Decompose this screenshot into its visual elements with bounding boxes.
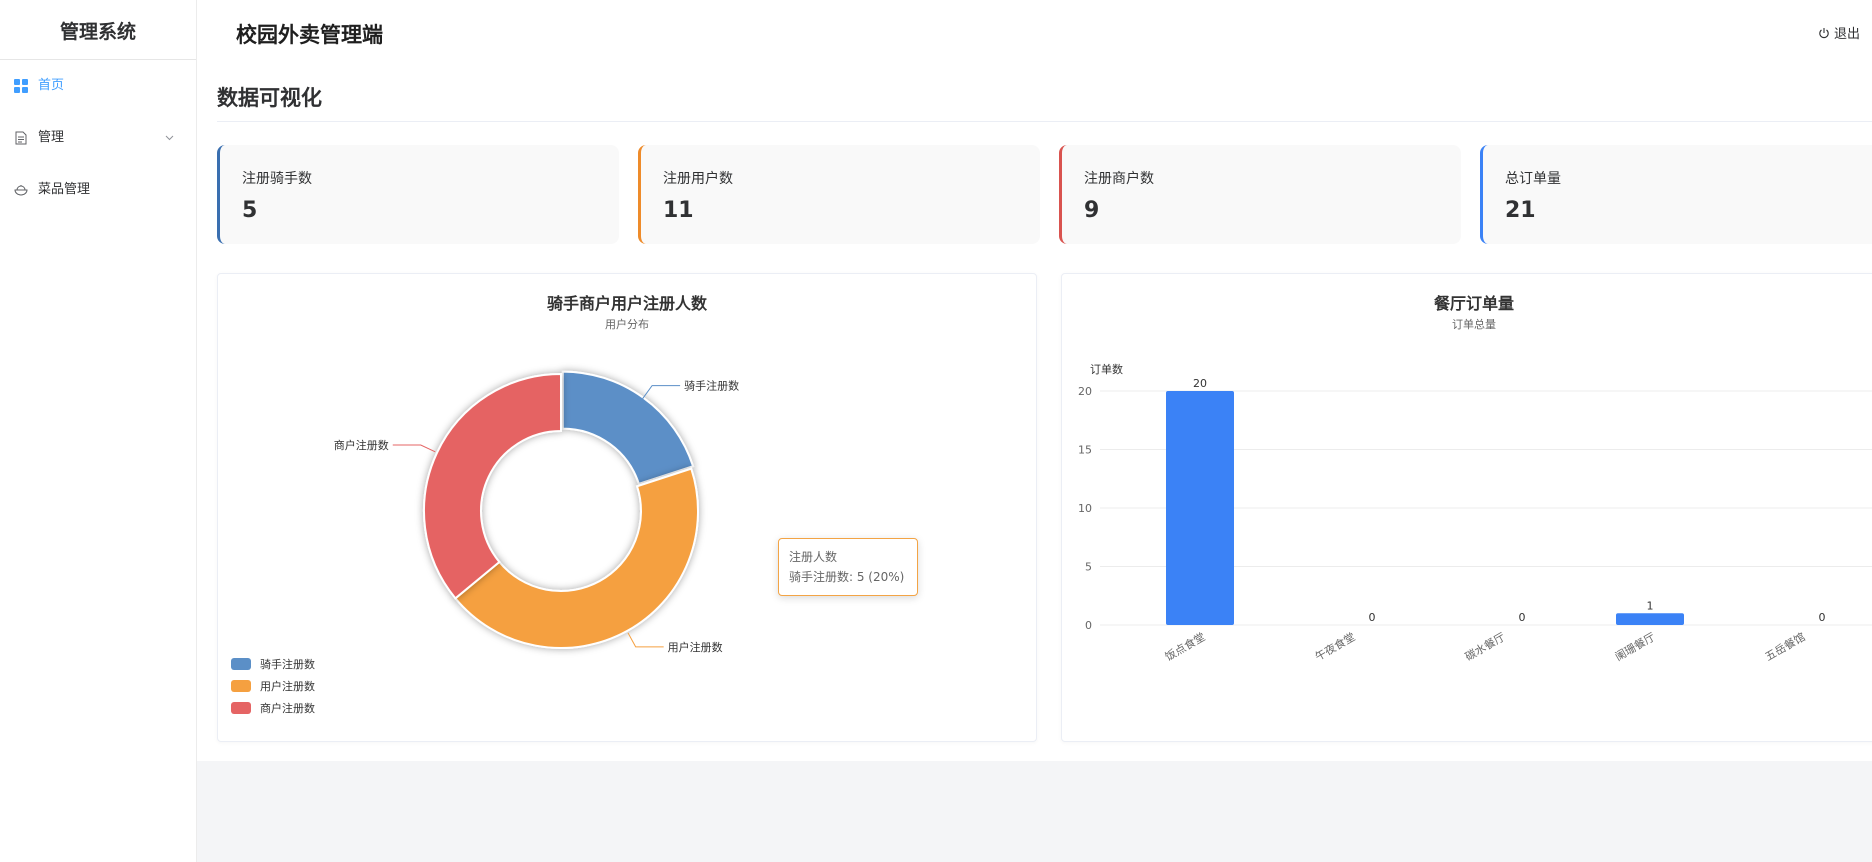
tooltip-text: 骑手注册数: 5 (20%) xyxy=(789,570,905,584)
pie-slice-label: 商户注册数 xyxy=(334,438,389,452)
logout-label: 退出 xyxy=(1833,27,1860,42)
pie-chart-card: 骑手商户用户注册人数 用户分布 骑手注册数 用户注册数 商户注册数 骑手注册数 用户注册… xyxy=(217,273,1037,742)
top-header: 校园外卖管理端 退出 xyxy=(197,0,1872,68)
x-tick-label: 五岳餐馆 xyxy=(1762,629,1807,663)
sidebar-item-label: 菜品管理 xyxy=(38,182,91,197)
y-tick-label: 10 xyxy=(1078,502,1092,515)
legend-label: 用户注册数 xyxy=(260,679,315,693)
chart-tooltip: 注册人数 骑手注册数: 5 (20%) xyxy=(778,538,918,596)
pie-label-line xyxy=(642,385,681,399)
stat-value: 5 xyxy=(242,198,258,223)
grid-icon xyxy=(14,79,28,93)
legend-swatch xyxy=(231,680,251,692)
pie-slice-label: 用户注册数 xyxy=(668,640,723,654)
stat-card-riders: 注册骑手数 5 xyxy=(217,145,619,244)
stat-value: 9 xyxy=(1084,198,1100,223)
dish-icon xyxy=(14,185,28,196)
pie-label-line xyxy=(627,632,664,648)
bar-value-label: 0 xyxy=(1519,611,1526,624)
stat-card-merchants: 注册商户数 9 xyxy=(1059,145,1461,244)
stat-label: 注册用户数 xyxy=(663,171,733,187)
bar[interactable] xyxy=(1166,391,1234,625)
sidebar-item-label: 首页 xyxy=(38,78,65,93)
x-tick-label: 午夜食堂 xyxy=(1312,629,1357,663)
x-tick-label: 碳水餐厅 xyxy=(1462,629,1507,663)
footer-area xyxy=(197,761,1872,862)
bar-value-label: 0 xyxy=(1819,611,1826,624)
sidebar-item-home[interactable]: 首页 xyxy=(0,60,196,112)
pie-label-line xyxy=(392,444,436,453)
page-title: 数据可视化 xyxy=(217,86,322,110)
sidebar-item-label: 管理 xyxy=(38,130,65,145)
stat-card-users: 注册用户数 11 xyxy=(638,145,1040,244)
divider xyxy=(217,121,1872,122)
pie-slice[interactable] xyxy=(561,370,695,486)
y-tick-label: 20 xyxy=(1078,385,1092,398)
stat-value: 11 xyxy=(663,198,694,223)
sidebar-title: 管理系统 xyxy=(0,0,196,60)
bar-value-label: 0 xyxy=(1369,611,1376,624)
stat-card-orders: 总订单量 21 xyxy=(1480,145,1872,244)
tooltip-title: 注册人数 xyxy=(789,550,838,564)
document-icon xyxy=(15,131,27,145)
y-axis-label: 订单数 xyxy=(1090,363,1123,376)
main-content: 数据可视化 注册骑手数 5 注册用户数 11 注册商户数 9 总订单量 21 骑… xyxy=(197,68,1872,761)
legend-swatch xyxy=(231,658,251,670)
sidebar-item-dishes[interactable]: 菜品管理 xyxy=(0,164,196,216)
chevron-down-icon xyxy=(165,135,174,141)
app-title: 校园外卖管理端 xyxy=(236,23,383,47)
pie-slice-path xyxy=(561,370,695,486)
bar-chart[interactable]: 订单数 0 5 10 15 20 20 饭点食堂 0 午夜食堂 0 碳水餐厅 1 阑珊餐厅 0 五岳餐馆 xyxy=(1062,274,1872,743)
bar-value-label: 20 xyxy=(1193,377,1207,390)
x-tick-label: 阑珊餐厅 xyxy=(1612,629,1657,663)
sidebar-item-manage[interactable]: 管理 xyxy=(0,112,196,164)
pie-slice-path xyxy=(423,372,562,600)
y-tick-label: 15 xyxy=(1078,444,1092,457)
pie-slice-label: 骑手注册数 xyxy=(684,379,739,393)
x-tick-label: 饭点食堂 xyxy=(1162,629,1207,663)
legend-label: 商户注册数 xyxy=(260,701,315,715)
y-tick-label: 5 xyxy=(1085,561,1092,574)
legend-swatch xyxy=(231,702,251,714)
y-tick-label: 0 xyxy=(1085,619,1092,632)
pie-chart[interactable]: 骑手注册数用户注册数商户注册数骑手注册数用户注册数商户注册数 xyxy=(218,274,1038,743)
logout-button[interactable]: 退出 xyxy=(1818,23,1860,42)
bar-chart-card: 餐厅订单量 订单总量 订单数 0 5 10 15 20 20 饭点食堂 0 午夜食堂 0 碳水餐厅 1 阑… xyxy=(1061,273,1872,742)
stat-value: 21 xyxy=(1505,198,1536,223)
stat-label: 注册骑手数 xyxy=(242,171,312,187)
power-icon xyxy=(1819,27,1829,38)
stat-label: 总订单量 xyxy=(1505,171,1561,187)
bar-value-label: 1 xyxy=(1647,599,1654,612)
bar[interactable] xyxy=(1616,613,1684,625)
pie-slice[interactable] xyxy=(423,372,562,600)
legend-label: 骑手注册数 xyxy=(260,657,315,671)
sidebar: 管理系统 首页 管理 菜品管理 xyxy=(0,0,197,862)
stat-label: 注册商户数 xyxy=(1084,171,1154,187)
